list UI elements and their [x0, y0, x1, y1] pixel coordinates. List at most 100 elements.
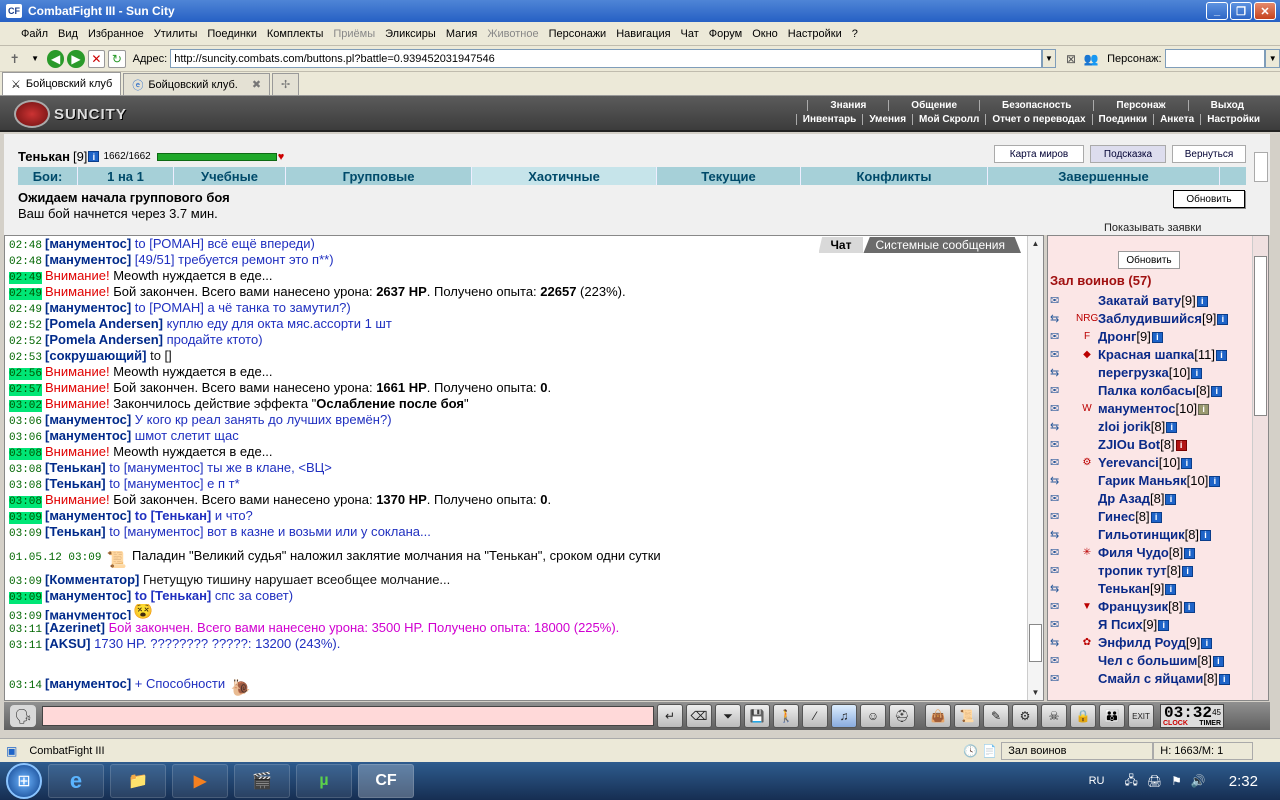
character-name[interactable]: Тенькан	[18, 149, 70, 164]
info-icon[interactable]: i	[1191, 367, 1203, 379]
private-message-icon[interactable]: ✉	[1050, 382, 1076, 400]
chat-username[interactable]: [Тенькан]	[45, 460, 106, 475]
exit-icon[interactable]: EXIT	[1128, 704, 1154, 728]
slash-icon[interactable]: ⁄	[802, 704, 828, 728]
nav2-item-3[interactable]: Отчет о переводах	[985, 114, 1091, 125]
flag-icon[interactable]: ⚑	[1171, 774, 1182, 788]
smiley-icon[interactable]: ☺	[860, 704, 886, 728]
info-icon[interactable]: i	[1216, 349, 1227, 361]
info-icon[interactable]: i	[1166, 421, 1178, 433]
chat-username[interactable]: [Комментатор]	[45, 572, 139, 587]
player-row[interactable]: ⇆ Гильотинщик [8] i	[1050, 526, 1250, 544]
panel-scrollbar[interactable]	[1254, 152, 1268, 182]
private-message-icon[interactable]: ✉	[1050, 292, 1076, 310]
info-icon[interactable]: i	[1184, 547, 1196, 559]
address-input[interactable]	[170, 49, 1042, 68]
users-icon[interactable]: 👥	[1083, 50, 1100, 68]
player-name[interactable]: тропик тут	[1098, 562, 1167, 580]
battle-tab-0[interactable]: 1 на 1	[78, 167, 174, 185]
player-row[interactable]: ⇆ zloi jorik [8] i	[1050, 418, 1250, 436]
chat-username[interactable]: [манументос]	[45, 236, 131, 251]
player-row[interactable]: ⇆ NRG Заблудившийся [9] i	[1050, 310, 1250, 328]
player-row[interactable]: ✉ Палка колбасы [8] i	[1050, 382, 1250, 400]
nav2-item-1[interactable]: Умения	[862, 114, 912, 125]
info-icon[interactable]: i	[1165, 493, 1177, 505]
ie-taskbar-icon[interactable]: e	[48, 764, 104, 798]
private-message-icon[interactable]: ✉	[1050, 598, 1076, 616]
info-icon[interactable]: i	[88, 151, 100, 162]
battle-tab-2[interactable]: Групповые	[286, 167, 472, 185]
player-row[interactable]: ⇆ перегрузка [10] i	[1050, 364, 1250, 382]
info-icon[interactable]: i	[1217, 313, 1229, 325]
player-row[interactable]: ✉ Wманументос [10] i	[1050, 400, 1250, 418]
player-name[interactable]: Заблудившийся	[1098, 310, 1202, 328]
chat-username[interactable]: [Pomela Andersen]	[45, 316, 163, 331]
info-icon[interactable]: i	[1165, 583, 1177, 595]
private-message-icon[interactable]: ✉	[1050, 328, 1076, 346]
scroll-up-icon[interactable]: ▲	[1029, 237, 1042, 250]
back-icon[interactable]: ◀	[46, 49, 65, 68]
player-row[interactable]: ✉ ◆ Красная шапка [11] i	[1050, 346, 1250, 364]
save-icon[interactable]: 💾	[744, 704, 770, 728]
refresh-hall-button[interactable]: Обновить	[1118, 251, 1180, 269]
nav1-item-4[interactable]: Выход	[1187, 100, 1266, 111]
private-message-icon[interactable]: ⇆	[1050, 310, 1076, 328]
player-name[interactable]: Дронг	[1098, 328, 1136, 346]
feather-icon[interactable]: ✎	[983, 704, 1009, 728]
info-icon[interactable]: i	[1181, 457, 1193, 469]
player-row[interactable]: ✉ Смайл с яйцами [8] i	[1050, 670, 1250, 688]
world-map-button[interactable]: Карта миров	[994, 145, 1084, 163]
private-message-icon[interactable]: ⇆	[1050, 634, 1076, 652]
chat-username[interactable]: [манументос]	[45, 508, 131, 523]
tab-fight-club-2[interactable]: ⓔ Бойцовский клуб. ✖	[123, 73, 271, 95]
player-name[interactable]: zloi jorik	[1098, 418, 1151, 436]
player-name[interactable]: Я Псих	[1098, 616, 1143, 634]
player-name[interactable]: Филя Чудо	[1098, 544, 1169, 562]
player-row[interactable]: ✉ ▼ Французик [8] i	[1050, 598, 1250, 616]
forward-icon[interactable]: ▶	[67, 49, 85, 68]
info-icon[interactable]: i	[1150, 511, 1162, 523]
info-icon[interactable]: i	[1182, 565, 1194, 577]
player-row[interactable]: ✉ Чел с большим [8] i	[1050, 652, 1250, 670]
menu-item-15[interactable]: Настройки	[783, 28, 847, 40]
player-name[interactable]: Энфилд Роуд	[1098, 634, 1186, 652]
menu-item-16[interactable]: ?	[847, 28, 863, 40]
chat-username[interactable]: [Тенькан]	[45, 476, 106, 491]
chat-scrollbar[interactable]: ▲ ▼	[1027, 236, 1043, 700]
speaker-icon[interactable]: 🗣	[10, 705, 36, 727]
private-message-icon[interactable]: ✉	[1050, 544, 1076, 562]
player-row[interactable]: ⇆ ✿ Энфилд Роуд [9] i	[1050, 634, 1250, 652]
lock-icon[interactable]: 🔒	[1070, 704, 1096, 728]
hall-scrollbar[interactable]	[1252, 236, 1268, 700]
player-row[interactable]: ✉ Закатай вату [9] i	[1050, 292, 1250, 310]
player-name[interactable]: Смайл с яйцами	[1098, 670, 1203, 688]
menu-item-4[interactable]: Поединки	[202, 28, 262, 40]
player-name[interactable]: Красная шапка	[1098, 346, 1194, 364]
menu-item-8[interactable]: Магия	[441, 28, 483, 40]
pin-icon[interactable]: ✝	[6, 50, 23, 68]
maximize-button[interactable]: ❐	[1230, 2, 1252, 20]
player-name[interactable]: перегрузка	[1098, 364, 1169, 382]
go-icon[interactable]: ⊠	[1062, 50, 1079, 68]
player-row[interactable]: ✉ ZJIOu Bot [8] i	[1050, 436, 1250, 454]
network-icon[interactable]: 🖧	[1124, 771, 1137, 792]
private-message-icon[interactable]: ⇆	[1050, 364, 1076, 382]
nav2-item-6[interactable]: Настройки	[1200, 114, 1266, 125]
music-icon[interactable]: ♫	[831, 704, 857, 728]
player-row[interactable]: ✉ Я Псих [9] i	[1050, 616, 1250, 634]
player-name[interactable]: Yerevanci	[1098, 454, 1159, 472]
close-button[interactable]: ✕	[1254, 2, 1276, 20]
nav1-item-0[interactable]: Знания	[807, 100, 888, 111]
menu-item-3[interactable]: Утилиты	[149, 28, 203, 40]
nav1-item-1[interactable]: Общение	[888, 100, 979, 111]
private-message-icon[interactable]: ✉	[1050, 652, 1076, 670]
persona-dropdown-icon[interactable]: ▼	[1265, 49, 1280, 68]
info-icon[interactable]: i	[1151, 331, 1163, 343]
skull-icon[interactable]: ☠	[1041, 704, 1067, 728]
player-row[interactable]: ✉ Гинес [8] i	[1050, 508, 1250, 526]
send-icon[interactable]: ↵	[657, 704, 683, 728]
nav1-item-2[interactable]: Безопасность	[979, 100, 1093, 111]
private-message-icon[interactable]: ✉	[1050, 436, 1076, 454]
info-icon[interactable]: i	[1175, 439, 1187, 451]
private-message-icon[interactable]: ⇆	[1050, 418, 1076, 436]
